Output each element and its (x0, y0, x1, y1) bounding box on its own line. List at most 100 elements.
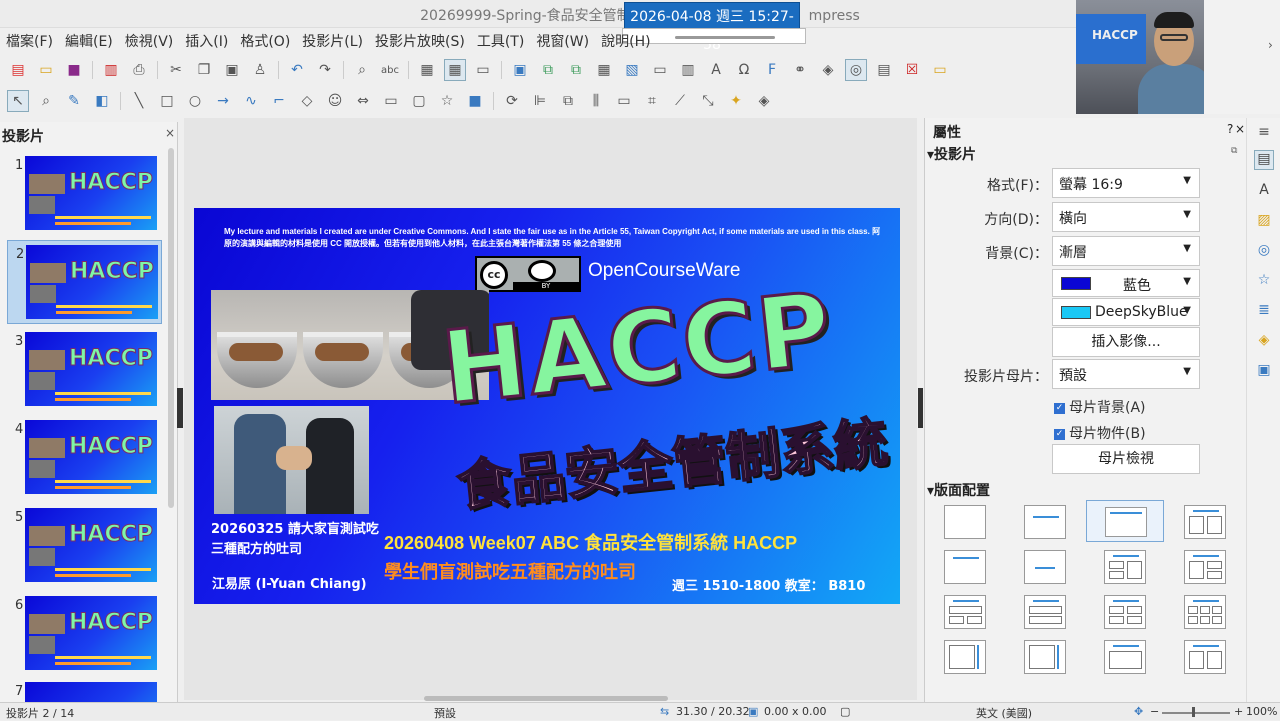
copy-icon[interactable]: ❐ (193, 59, 215, 81)
align-icon[interactable]: ⊫ (529, 90, 551, 112)
menu-tools[interactable]: 工具(T) (471, 28, 530, 54)
zoom-slider[interactable] (1162, 712, 1230, 714)
line-color-icon[interactable]: ✎ (63, 90, 85, 112)
layout-title-6-content[interactable] (1184, 595, 1226, 629)
fontwork-icon[interactable]: F (761, 59, 783, 81)
open-icon[interactable]: ▭ (35, 59, 57, 81)
slide-panel-close-icon[interactable]: × (165, 126, 175, 140)
sidebar-toggle-icon[interactable]: ▭ (929, 59, 951, 81)
save-icon[interactable]: ■ (63, 59, 85, 81)
find-icon[interactable]: ⌕ (351, 59, 373, 81)
layout-vertical-title-text[interactable] (944, 640, 986, 674)
menu-file[interactable]: 檔案(F) (0, 28, 59, 54)
format-select[interactable]: 螢幕 16:9 ▼ (1052, 168, 1200, 198)
menu-edit[interactable]: 編輯(E) (59, 28, 119, 54)
menu-window[interactable]: 視窗(W) (530, 28, 595, 54)
rotate-icon[interactable]: ⟳ (501, 90, 523, 112)
block-arrows-icon[interactable]: ⇔ (352, 90, 374, 112)
menu-slide[interactable]: 投影片(L) (296, 28, 369, 54)
layout-title-2-content-stack[interactable] (1104, 550, 1146, 584)
shadow-icon[interactable]: ▭ (613, 90, 635, 112)
background-select[interactable]: 漸層 ▼ (1052, 236, 1200, 266)
duplicate-slide-icon[interactable]: ⧉ (565, 59, 587, 81)
schedule-line[interactable]: 週三 1510-1800 教室： B810 (672, 575, 865, 594)
points-icon[interactable]: ⤡ (697, 90, 719, 112)
display-views-icon[interactable]: ▭ (472, 59, 494, 81)
menu-slideshow[interactable]: 投影片放映(S) (369, 28, 471, 54)
toggle-extrusion-icon[interactable]: ◈ (753, 90, 775, 112)
help-icon[interactable]: ? (1227, 122, 1233, 136)
gradient-color-2[interactable]: DeepSkyBlue ▼ (1052, 298, 1200, 326)
undo-icon[interactable]: ↶ (286, 59, 308, 81)
delete-icon[interactable]: ☒ (901, 59, 923, 81)
menu-format[interactable]: 格式(O) (234, 28, 296, 54)
special-char-icon[interactable]: Ω (733, 59, 755, 81)
symbol-shapes-icon[interactable]: ☺ (324, 90, 346, 112)
shapes-icon[interactable]: ◈ (817, 59, 839, 81)
slide-thumbnail-2[interactable]: 2 HACCP (7, 240, 162, 324)
select-icon[interactable]: ↖ (7, 90, 29, 112)
layout-section-header[interactable]: ▾版面配置 (927, 480, 990, 500)
redo-icon[interactable]: ↷ (314, 59, 336, 81)
curve-icon[interactable]: ∿ (240, 90, 262, 112)
master-slides-icon[interactable]: ◈ (1254, 332, 1274, 352)
fill-color-icon[interactable]: ◧ (91, 90, 113, 112)
more-options-icon[interactable]: ⧉ (1231, 146, 1237, 156)
flowchart-icon[interactable]: ▭ (380, 90, 402, 112)
arrow-icon[interactable]: → (212, 90, 234, 112)
zoom-level[interactable]: 100% (1246, 705, 1277, 718)
gradient-color-1[interactable]: 藍色 ▼ (1052, 269, 1200, 297)
clone-format-icon[interactable]: ♙ (249, 59, 271, 81)
chart-icon[interactable]: ▥ (677, 59, 699, 81)
master-view-button[interactable]: 母片檢視 (1052, 444, 1200, 474)
distribute-icon[interactable]: ⫼ (585, 90, 607, 112)
fit-page-icon[interactable]: ✥ (1134, 705, 1143, 718)
glue-points-icon[interactable]: ✦ (725, 90, 747, 112)
slide-transition-icon[interactable]: ≣ (1254, 302, 1274, 322)
note-icon[interactable]: ▤ (873, 59, 895, 81)
students-tasting-photo[interactable] (214, 406, 369, 514)
helplines-icon[interactable]: ▦ (444, 59, 466, 81)
crop-icon[interactable]: ⌗ (641, 90, 663, 112)
paste-icon[interactable]: ▣ (221, 59, 243, 81)
subtitle-line[interactable]: 學生們盲測試吃五種配方的吐司 (384, 558, 636, 584)
new-slide-icon[interactable]: ⧉ (537, 59, 559, 81)
table-icon[interactable]: ▦ (593, 59, 615, 81)
master-background-checkbox[interactable]: ✓ 母片背景(A) (1054, 397, 1146, 417)
grid-icon[interactable]: ▦ (416, 59, 438, 81)
slide-thumbnail-6[interactable]: 6 HACCP (0, 592, 170, 676)
language[interactable]: 英文 (美國) (976, 705, 1032, 721)
media-icon[interactable]: ▭ (649, 59, 671, 81)
haccp-title[interactable]: HACCP (435, 268, 839, 428)
layout-title-only[interactable] (1024, 505, 1066, 539)
layout-centered-text[interactable] (1024, 550, 1066, 584)
right-panel-splitter[interactable] (918, 388, 923, 428)
ellipse-icon[interactable]: ○ (184, 90, 206, 112)
slide-thumbnail-1[interactable]: 1 HACCP (0, 152, 170, 236)
layout-title-4-content[interactable] (1104, 595, 1146, 629)
textbox-icon[interactable]: A (705, 59, 727, 81)
styles-icon[interactable]: A (1254, 182, 1274, 202)
author-name[interactable]: 江易原 (I-Yuan Chiang) (212, 573, 367, 592)
menu-insert[interactable]: 插入(I) (179, 28, 234, 54)
line-icon[interactable]: ╲ (128, 90, 150, 112)
filter-icon[interactable]: ⟋ (669, 90, 691, 112)
rectangle-icon[interactable]: □ (156, 90, 178, 112)
expand-icon[interactable]: › (1268, 38, 1273, 52)
zoom-slider-thumb[interactable] (1192, 707, 1195, 717)
zoom-out-icon[interactable]: − (1150, 705, 1159, 718)
layout-blank[interactable] (944, 505, 986, 539)
slide-thumbnail-7[interactable]: 7 (0, 678, 170, 702)
left-panel-splitter[interactable] (177, 388, 183, 428)
hyperlink-icon[interactable]: ⚭ (789, 59, 811, 81)
image-icon[interactable]: ▧ (621, 59, 643, 81)
layout-title-2-content-over[interactable] (944, 595, 986, 629)
layout-title-subtitle[interactable] (944, 550, 986, 584)
callouts-icon[interactable]: ▢ (408, 90, 430, 112)
show-draw-functions-icon[interactable]: ◎ (845, 59, 867, 81)
properties-close-icon[interactable]: × (1235, 122, 1245, 136)
slide-thumbnail-5[interactable]: 5 HACCP (0, 504, 170, 588)
slide[interactable]: My lecture and materials I created are u… (194, 208, 900, 604)
new-icon[interactable]: ▤ (7, 59, 29, 81)
slide-thumbnail-3[interactable]: 3 HACCP (0, 328, 170, 412)
